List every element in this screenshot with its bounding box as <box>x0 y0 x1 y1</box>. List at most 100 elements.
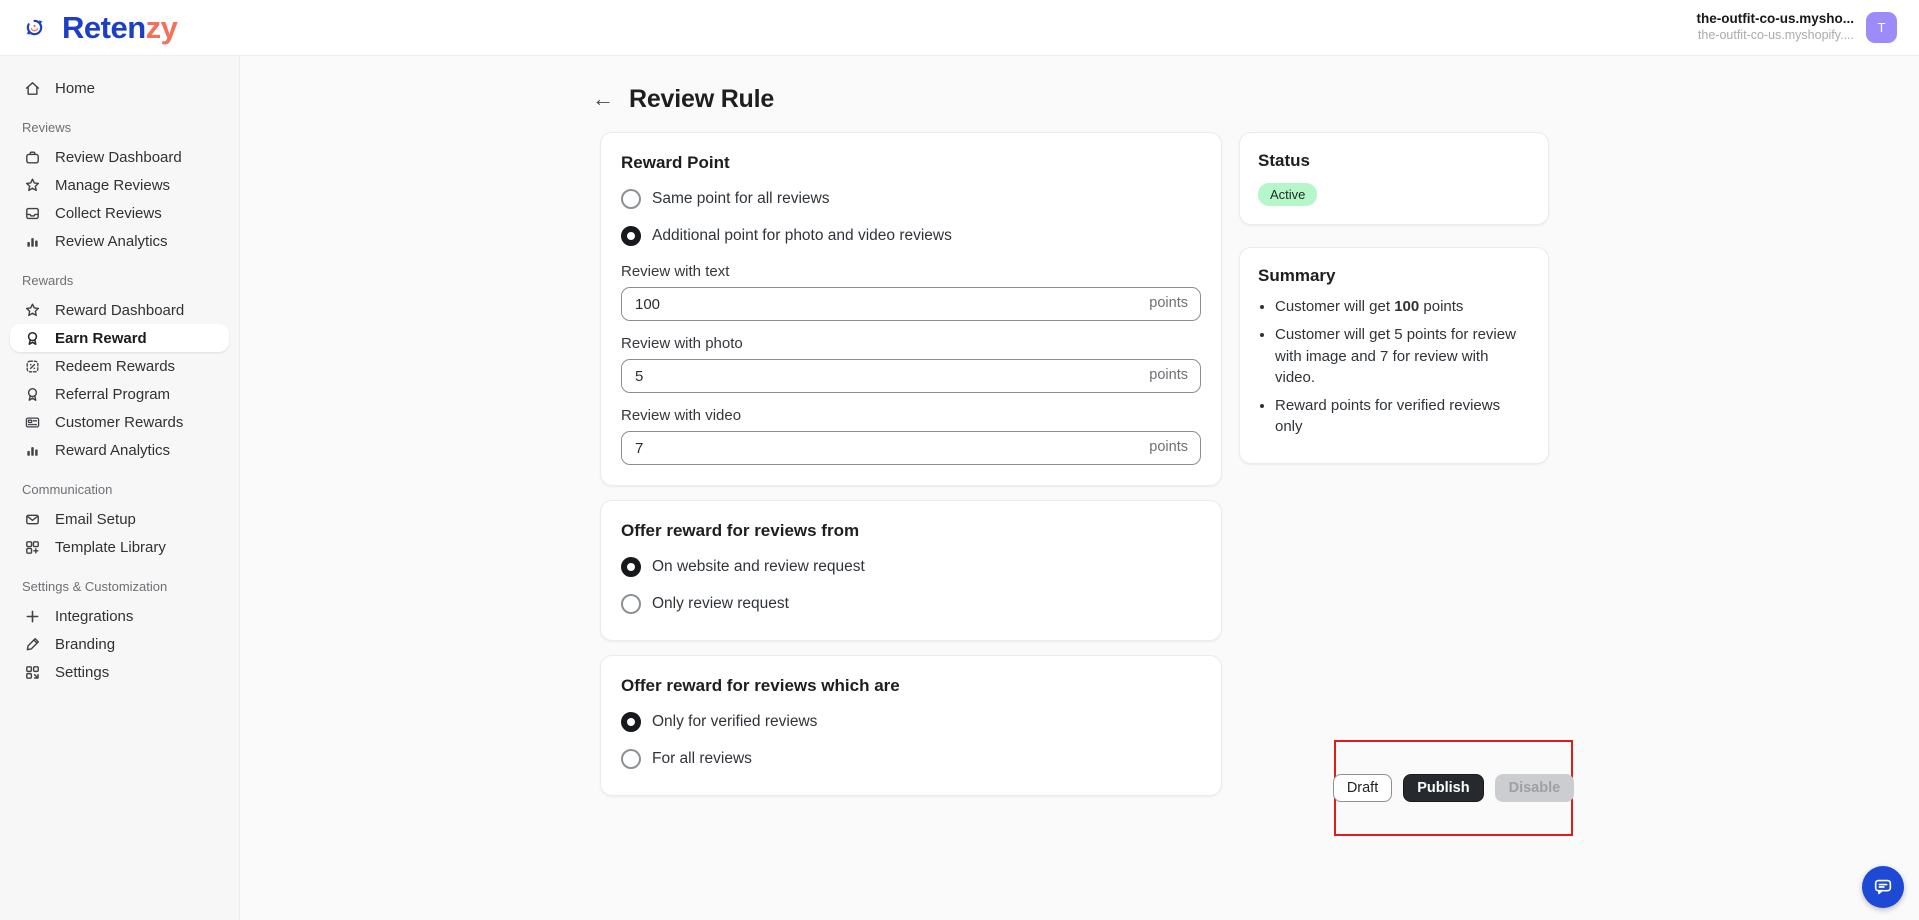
plus-icon <box>22 606 42 626</box>
medal-icon <box>22 328 42 348</box>
reviews-from-card: Offer reward for reviews from On website… <box>600 500 1222 641</box>
field-label: Review with video <box>621 407 742 424</box>
app-root: Retenzy the-outfit-co-us.mysho... the-ou… <box>0 0 1919 920</box>
radio-label: Additional point for photo and video rev… <box>652 227 952 244</box>
radio-circle-icon <box>621 226 641 246</box>
briefcase-icon <box>22 147 42 167</box>
sidebar-item-reward-dashboard[interactable]: Reward Dashboard <box>10 296 229 324</box>
sidebar-item-review-dashboard[interactable]: Review Dashboard <box>10 143 229 171</box>
radio-circle-icon <box>621 749 641 769</box>
review-text-points-input[interactable] <box>621 287 1201 321</box>
status-badge: Active <box>1258 183 1318 206</box>
review-photo-field: Review with photo points <box>621 335 1201 393</box>
side-column: Status Active Summary Customer will get … <box>1239 132 1549 486</box>
sidebar-item-label: Reward Analytics <box>55 441 171 459</box>
sidebar-item-reward-analytics[interactable]: Reward Analytics <box>10 436 229 464</box>
radio-same-point[interactable]: Same point for all reviews <box>621 189 1201 209</box>
points-suffix: points <box>1149 295 1188 311</box>
chat-bubble-icon <box>1872 876 1894 898</box>
sidebar-item-label: Referral Program <box>55 385 171 403</box>
sidebar-item-label: Collect Reviews <box>55 204 162 222</box>
back-arrow-icon[interactable]: ← <box>592 88 614 110</box>
sidebar-section-reviews: Reviews <box>22 120 72 135</box>
page-header: ← Review Rule <box>592 82 774 116</box>
radio-additional-point[interactable]: Additional point for photo and video rev… <box>621 226 1201 246</box>
review-video-points-input[interactable] <box>621 431 1201 465</box>
template-icon <box>22 537 42 557</box>
retenzy-logo-icon <box>14 8 54 48</box>
publish-button[interactable]: Publish <box>1403 774 1484 802</box>
store-info: the-outfit-co-us.mysho... the-outfit-co-… <box>1697 11 1855 44</box>
star-icon <box>22 175 42 195</box>
card-title: Offer reward for reviews from <box>621 521 860 540</box>
page-title: Review Rule <box>629 84 775 113</box>
brand-name: Retenzy <box>62 9 178 45</box>
summary-card: Summary Customer will get 100 points Cus… <box>1239 247 1549 464</box>
summary-list: Customer will get 100 points Customer wi… <box>1275 296 1530 438</box>
radio-label: Same point for all reviews <box>652 190 830 207</box>
radio-only-verified[interactable]: Only for verified reviews <box>621 712 1201 732</box>
field-label: Review with photo <box>621 335 743 352</box>
disable-button[interactable]: Disable <box>1494 774 1575 802</box>
sidebar-item-home[interactable]: Home <box>10 74 229 102</box>
chat-widget-button[interactable] <box>1862 866 1904 908</box>
sidebar-item-label: Review Analytics <box>55 232 168 250</box>
radio-label: Only for verified reviews <box>652 713 818 730</box>
review-video-field: Review with video points <box>621 407 1201 465</box>
sidebar-item-redeem-rewards[interactable]: Redeem Rewards <box>10 352 229 380</box>
sidebar: Home Reviews Review Dashboard Manage Rev… <box>0 56 240 920</box>
brand-logo[interactable]: Retenzy <box>14 8 178 48</box>
sidebar-item-earn-reward[interactable]: Earn Reward <box>10 324 229 352</box>
points-suffix: points <box>1149 367 1188 383</box>
sidebar-section-settings: Settings & Customization <box>22 579 168 594</box>
sidebar-item-settings[interactable]: Settings <box>10 658 229 686</box>
sidebar-item-label: Home <box>55 79 96 97</box>
card-title: Status <box>1258 151 1310 170</box>
review-photo-points-input[interactable] <box>621 359 1201 393</box>
sidebar-item-integrations[interactable]: Integrations <box>10 602 229 630</box>
sidebar-item-label: Email Setup <box>55 510 136 528</box>
sidebar-item-label: Manage Reviews <box>55 176 171 194</box>
sidebar-item-label: Integrations <box>55 607 134 625</box>
discount-icon <box>22 356 42 376</box>
inbox-icon <box>22 203 42 223</box>
summary-item: Customer will get 5 points for review wi… <box>1275 324 1530 388</box>
sidebar-item-label: Template Library <box>55 538 166 556</box>
sidebar-item-label: Reward Dashboard <box>55 301 185 319</box>
radio-circle-icon <box>621 189 641 209</box>
card-title: Offer reward for reviews which are <box>621 676 900 695</box>
sidebar-item-label: Branding <box>55 635 116 653</box>
review-text-field: Review with text points <box>621 263 1201 321</box>
reviews-which-card: Offer reward for reviews which are Only … <box>600 655 1222 796</box>
sidebar-item-template-library[interactable]: Template Library <box>10 533 229 561</box>
sidebar-item-label: Review Dashboard <box>55 148 182 166</box>
sidebar-item-email-setup[interactable]: Email Setup <box>10 505 229 533</box>
sidebar-item-collect-reviews[interactable]: Collect Reviews <box>10 199 229 227</box>
giftcard-icon <box>22 412 42 432</box>
sidebar-section-rewards: Rewards <box>22 273 74 288</box>
radio-website-and-request[interactable]: On website and review request <box>621 557 1201 577</box>
sidebar-item-label: Settings <box>55 663 110 681</box>
top-bar: Retenzy the-outfit-co-us.mysho... the-ou… <box>0 0 1919 56</box>
sidebar-item-referral-program[interactable]: Referral Program <box>10 380 229 408</box>
radio-only-review-request[interactable]: Only review request <box>621 594 1201 614</box>
account-area[interactable]: the-outfit-co-us.mysho... the-outfit-co-… <box>1697 11 1897 44</box>
field-label: Review with text <box>621 263 730 280</box>
sidebar-item-manage-reviews[interactable]: Manage Reviews <box>10 171 229 199</box>
home-icon <box>22 78 42 98</box>
sidebar-item-review-analytics[interactable]: Review Analytics <box>10 227 229 255</box>
main-content: ← Review Rule Reward Point Same point fo… <box>240 56 1919 920</box>
card-title: Summary <box>1258 266 1336 285</box>
medal-icon <box>22 384 42 404</box>
avatar[interactable]: T <box>1866 12 1897 43</box>
settings-grid-icon <box>22 662 42 682</box>
points-suffix: points <box>1149 439 1188 455</box>
radio-circle-icon <box>621 557 641 577</box>
card-title: Reward Point <box>621 153 730 172</box>
radio-all-reviews[interactable]: For all reviews <box>621 749 1201 769</box>
sidebar-item-customer-rewards[interactable]: Customer Rewards <box>10 408 229 436</box>
draft-button[interactable]: Draft <box>1332 774 1393 802</box>
sidebar-item-branding[interactable]: Branding <box>10 630 229 658</box>
radio-label: On website and review request <box>652 558 865 575</box>
sidebar-section-communication: Communication <box>22 482 113 497</box>
